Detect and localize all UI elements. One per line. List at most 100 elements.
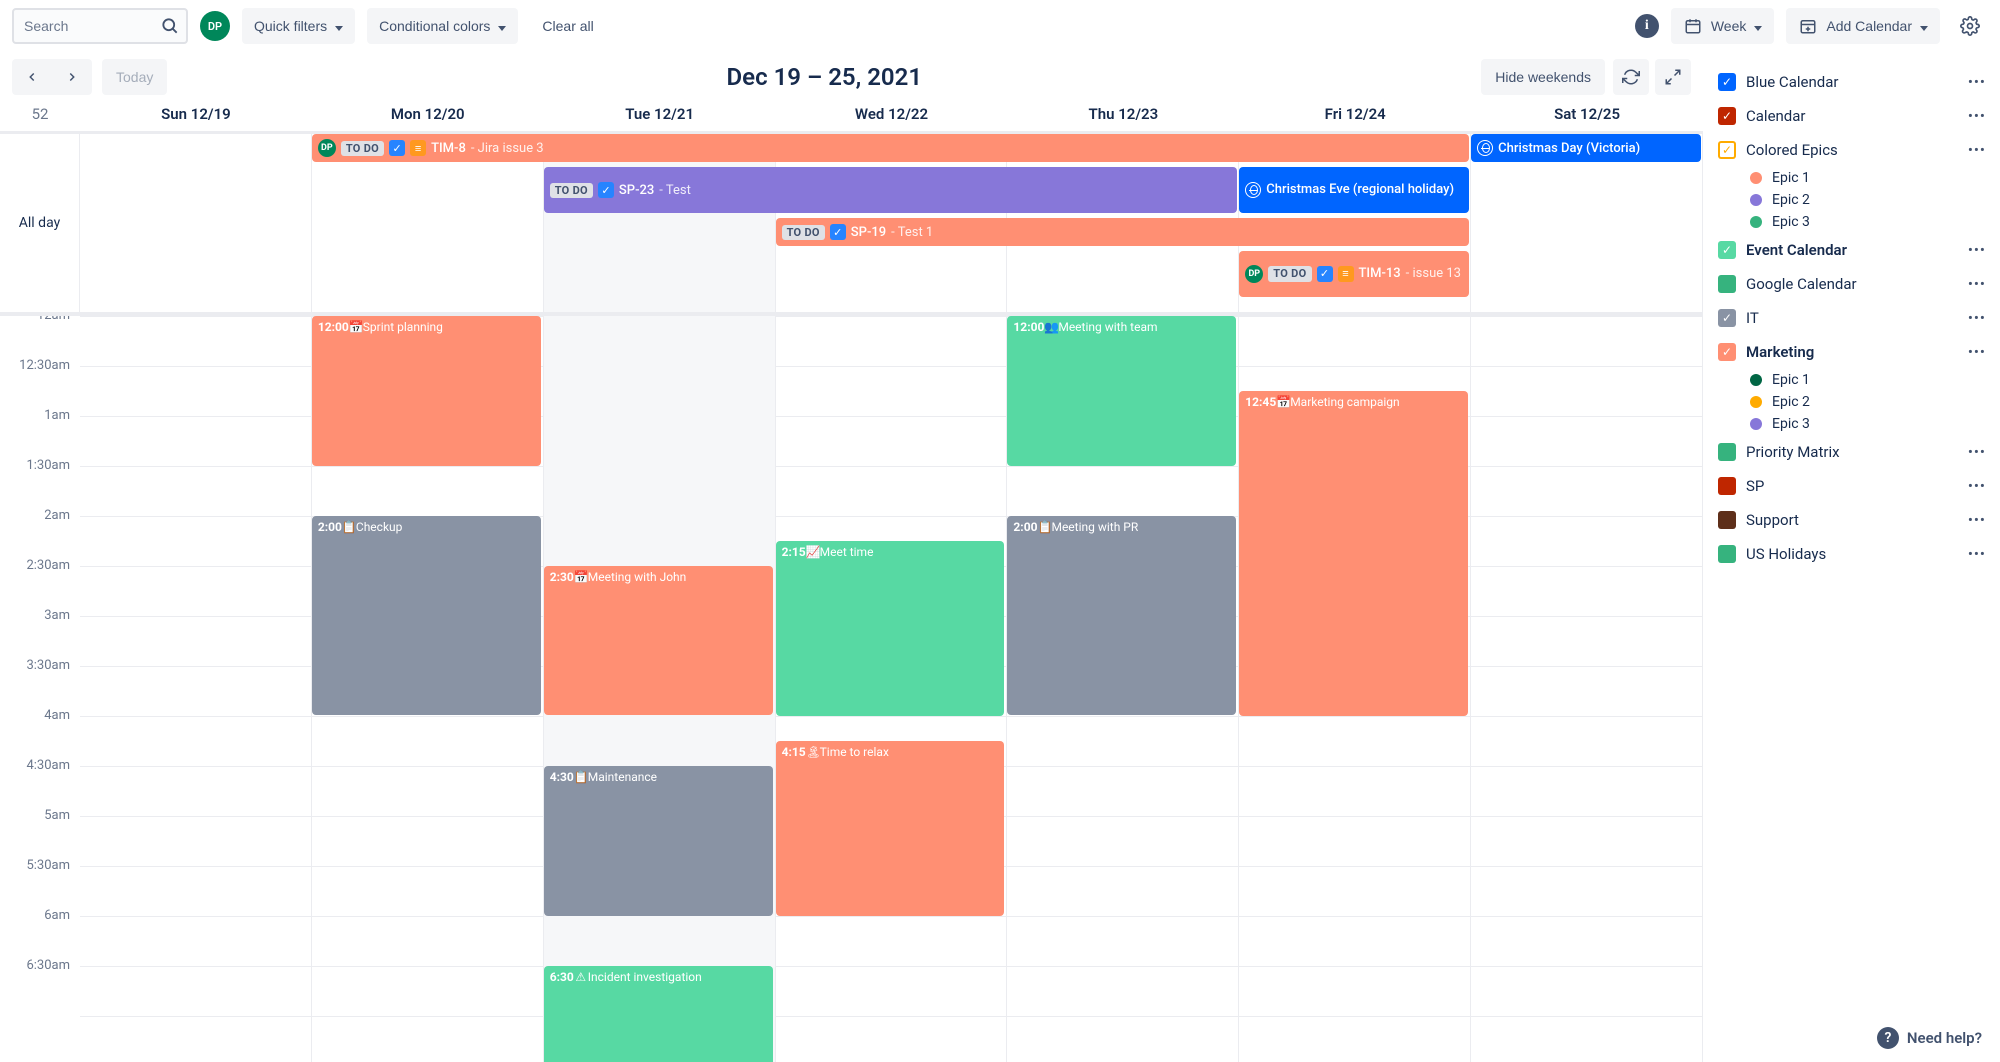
- timed-event[interactable]: 12:00 👥 Meeting with team: [1007, 316, 1236, 466]
- day-column[interactable]: [1471, 316, 1703, 1062]
- calendar-checkbox[interactable]: ✓: [1718, 343, 1736, 361]
- calendar-checkbox[interactable]: ✓: [1718, 309, 1736, 327]
- calendar-list-item[interactable]: ✓Blue Calendar•••: [1714, 65, 1994, 99]
- add-calendar-button[interactable]: Add Calendar: [1786, 8, 1940, 44]
- day-header: Thu 12/23: [1007, 97, 1239, 131]
- timed-event[interactable]: 2:15 📈 Meet time: [776, 541, 1005, 716]
- more-options-icon[interactable]: •••: [1964, 273, 1990, 295]
- all-day-event[interactable]: TO DO✓SP-23 - Test: [544, 167, 1238, 213]
- more-options-icon[interactable]: •••: [1964, 509, 1990, 531]
- calendar-list-item[interactable]: ✓Marketing•••: [1714, 335, 1994, 369]
- expand-button[interactable]: [1655, 59, 1691, 95]
- calendar-checkbox[interactable]: [1718, 275, 1736, 293]
- epic-color-dot: [1750, 396, 1762, 408]
- globe-icon: [1245, 182, 1261, 198]
- event-time: 4:30: [550, 770, 574, 784]
- all-day-event[interactable]: DPTO DO✓≡TIM-13 - issue 13: [1239, 251, 1469, 297]
- calendar-list-item[interactable]: Priority Matrix •••: [1714, 435, 1994, 469]
- event-type-icon: 🏝: [806, 745, 820, 759]
- calendar-checkbox[interactable]: ✓: [1718, 141, 1736, 159]
- prev-week-button[interactable]: [12, 59, 52, 95]
- calendar-list-item[interactable]: Support•••: [1714, 503, 1994, 537]
- more-options-icon[interactable]: •••: [1964, 139, 1990, 161]
- all-day-event[interactable]: TO DO✓SP-19 - Test 1: [776, 218, 1470, 246]
- epic-list-item[interactable]: Epic 2: [1714, 391, 1994, 413]
- calendar-list-item[interactable]: ✓Event Calendar•••: [1714, 233, 1994, 267]
- timed-event[interactable]: 2:00 📋 Meeting with PR: [1007, 516, 1236, 715]
- day-column[interactable]: [80, 316, 312, 1062]
- timed-event[interactable]: 12:45 📅 Marketing campaign: [1239, 391, 1468, 716]
- info-icon[interactable]: i: [1635, 14, 1659, 38]
- event-key: TIM-13: [1359, 265, 1401, 283]
- calendar-checkbox[interactable]: ✓: [1718, 241, 1736, 259]
- day-column[interactable]: 12:00 👥 Meeting with team 2:00 📋 Meeting …: [1007, 316, 1239, 1062]
- more-options-icon[interactable]: •••: [1964, 239, 1990, 261]
- day-column[interactable]: 2:30 📅 Meeting with John 4:30 📋 Maintenan…: [544, 316, 776, 1062]
- event-time: 12:00: [318, 320, 349, 334]
- calendar-list-item[interactable]: SP•••: [1714, 469, 1994, 503]
- time-label: 3am: [0, 608, 80, 658]
- timed-event[interactable]: 4:15 🏝 Time to relax: [776, 741, 1005, 916]
- calendar-checkbox[interactable]: [1718, 511, 1736, 529]
- calendar-checkbox[interactable]: [1718, 443, 1736, 461]
- epic-list-item[interactable]: Epic 1: [1714, 167, 1994, 189]
- quick-filters-button[interactable]: Quick filters: [242, 8, 355, 44]
- more-options-icon[interactable]: •••: [1964, 71, 1990, 93]
- add-calendar-label: Add Calendar: [1826, 18, 1912, 34]
- timed-event[interactable]: 2:00 📋 Checkup: [312, 516, 541, 715]
- calendar-checkbox[interactable]: [1718, 477, 1736, 495]
- user-avatar[interactable]: DP: [200, 11, 230, 41]
- timed-event[interactable]: 12:00 📅 Sprint planning: [312, 316, 541, 466]
- timed-event[interactable]: 6:30 ⚠ Incident investigation: [544, 966, 773, 1062]
- all-day-event[interactable]: Christmas Eve (regional holiday): [1239, 167, 1469, 213]
- epic-list-item[interactable]: Epic 3: [1714, 413, 1994, 435]
- epic-list-item[interactable]: Epic 3: [1714, 211, 1994, 233]
- today-button[interactable]: Today: [102, 59, 167, 95]
- calendar-list-item[interactable]: Google Calendar•••: [1714, 267, 1994, 301]
- all-day-event[interactable]: DPTO DO✓≡TIM-8 - Jira issue 3: [312, 134, 1469, 162]
- need-help-button[interactable]: ? Need help?: [1877, 1027, 1982, 1049]
- more-options-icon[interactable]: •••: [1964, 105, 1990, 127]
- settings-button[interactable]: [1952, 8, 1988, 44]
- more-options-icon[interactable]: •••: [1964, 307, 1990, 329]
- issue-type-epic-icon: ≡: [410, 140, 426, 156]
- clear-all-button[interactable]: Clear all: [530, 8, 605, 44]
- sync-button[interactable]: [1613, 59, 1649, 95]
- hide-weekends-button[interactable]: Hide weekends: [1481, 59, 1605, 95]
- timed-event[interactable]: 2:30 📅 Meeting with John: [544, 566, 773, 715]
- day-column[interactable]: 12:45 📅 Marketing campaign: [1239, 316, 1471, 1062]
- time-label: 6am: [0, 908, 80, 958]
- all-day-event[interactable]: Christmas Day (Victoria): [1471, 134, 1701, 162]
- day-column[interactable]: 12:00 📅 Sprint planning 2:00 📋 Checkup: [312, 316, 544, 1062]
- event-type-icon: ⚠: [574, 970, 588, 984]
- view-switcher[interactable]: Week: [1671, 8, 1775, 44]
- conditional-colors-button[interactable]: Conditional colors: [367, 8, 518, 44]
- calendar-checkbox[interactable]: ✓: [1718, 107, 1736, 125]
- day-header: Tue 12/21: [544, 97, 776, 131]
- calendar-list-item[interactable]: ✓Calendar•••: [1714, 99, 1994, 133]
- search-icon[interactable]: [160, 16, 180, 40]
- more-options-icon[interactable]: •••: [1964, 341, 1990, 363]
- epic-label: Epic 2: [1772, 192, 1810, 208]
- calendar-label: Priority Matrix: [1746, 443, 1840, 461]
- day-column[interactable]: 2:15 📈 Meet time 4:15 🏝 Time to relax: [776, 316, 1008, 1062]
- more-options-icon[interactable]: •••: [1964, 475, 1990, 497]
- calendar-list-item[interactable]: ✓Colored Epics•••: [1714, 133, 1994, 167]
- event-title: Incident investigation: [588, 970, 702, 984]
- more-options-icon[interactable]: •••: [1964, 441, 1990, 463]
- calendar-checkbox[interactable]: ✓: [1718, 73, 1736, 91]
- event-type-icon: 📅: [574, 570, 588, 584]
- event-time: 2:00: [1013, 520, 1037, 534]
- calendar-list-item[interactable]: US Holidays•••: [1714, 537, 1994, 571]
- epic-list-item[interactable]: Epic 1: [1714, 369, 1994, 391]
- calendar-checkbox[interactable]: [1718, 545, 1736, 563]
- event-time: 4:15: [782, 745, 806, 759]
- calendar-list-item[interactable]: ✓IT•••: [1714, 301, 1994, 335]
- more-options-icon[interactable]: •••: [1964, 543, 1990, 565]
- event-summary: - issue 13: [1406, 265, 1461, 283]
- event-type-icon: 📋: [342, 520, 356, 534]
- epic-list-item[interactable]: Epic 2: [1714, 189, 1994, 211]
- next-week-button[interactable]: [52, 59, 92, 95]
- event-title: Marketing campaign: [1290, 395, 1399, 409]
- timed-event[interactable]: 4:30 📋 Maintenance: [544, 766, 773, 916]
